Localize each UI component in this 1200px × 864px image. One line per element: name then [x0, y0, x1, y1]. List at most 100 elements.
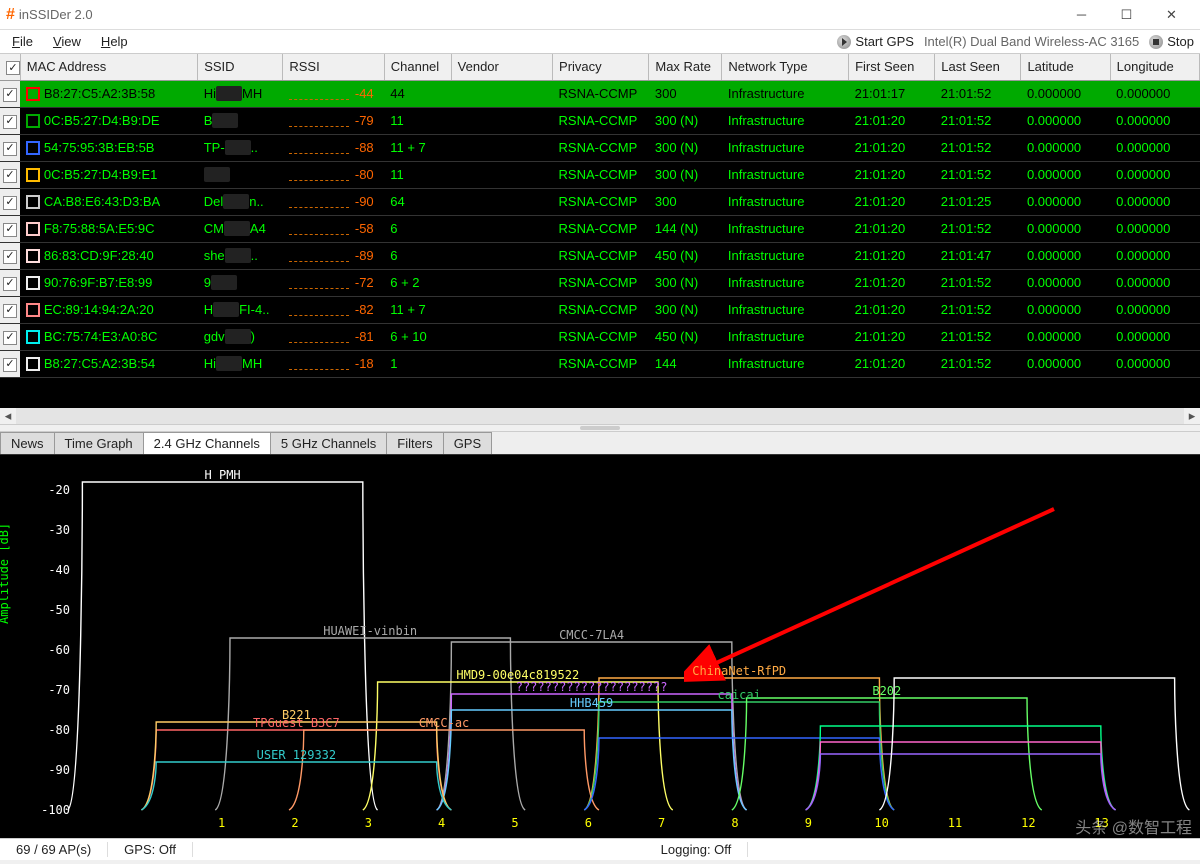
col-ssid[interactable]: SSID	[198, 54, 283, 80]
cell-vendor	[451, 350, 552, 377]
cell-vendor	[451, 296, 552, 323]
table-row[interactable]: B8:27:C5:A2:3B:54HixxxxMH-181RSNA-CCMP14…	[0, 350, 1200, 377]
row-checkbox[interactable]	[3, 115, 17, 129]
menu-help[interactable]: Help	[101, 34, 128, 49]
app-logo-icon: #	[6, 6, 15, 24]
table-row[interactable]: B8:27:C5:A2:3B:58HixxxxMH-4444RSNA-CCMP3…	[0, 80, 1200, 107]
cell-vendor	[451, 242, 552, 269]
cell-privacy: RSNA-CCMP	[553, 350, 649, 377]
close-button[interactable]: ✕	[1149, 1, 1194, 29]
network-grid[interactable]: MAC Address SSID RSSI Channel Vendor Pri…	[0, 54, 1200, 408]
col-check[interactable]	[0, 54, 20, 80]
scroll-track[interactable]	[16, 408, 1184, 424]
col-vendor[interactable]: Vendor	[451, 54, 552, 80]
splitter-handle[interactable]	[0, 424, 1200, 432]
maximize-button[interactable]: ☐	[1104, 1, 1149, 29]
row-checkbox[interactable]	[3, 250, 17, 264]
tab-5-ghz-channels[interactable]: 5 GHz Channels	[270, 432, 387, 454]
cell-channel: 1	[384, 350, 451, 377]
cell-lastseen: 21:01:47	[935, 242, 1021, 269]
tab-time-graph[interactable]: Time Graph	[54, 432, 144, 454]
col-firstseen[interactable]: First Seen	[849, 54, 935, 80]
menu-view[interactable]: View	[53, 34, 81, 49]
chart-series-label: caicai	[718, 688, 761, 702]
chart-xtick: 10	[874, 816, 888, 830]
minimize-button[interactable]: ─	[1059, 1, 1104, 29]
row-checkbox[interactable]	[3, 277, 17, 291]
row-checkbox[interactable]	[3, 358, 17, 372]
cell-rssi: -82	[283, 296, 384, 323]
status-logging: Logging: Off	[645, 842, 749, 857]
cell-firstseen: 21:01:20	[849, 134, 935, 161]
chart-xtick: 2	[291, 816, 298, 830]
col-mac[interactable]: MAC Address	[20, 54, 197, 80]
row-checkbox[interactable]	[3, 88, 17, 102]
scroll-left-icon[interactable]: ◂	[0, 408, 16, 424]
cell-firstseen: 21:01:20	[849, 161, 935, 188]
color-chip-icon	[26, 114, 40, 128]
table-row[interactable]: EC:89:14:94:2A:20HxxxxFI-4..-8211 + 7RSN…	[0, 296, 1200, 323]
table-row[interactable]: F8:75:88:5A:E5:9CCMxxxxA4-586RSNA-CCMP14…	[0, 215, 1200, 242]
chart-series-label: USER_129332	[257, 748, 336, 762]
cell-vendor	[451, 269, 552, 296]
stop-button[interactable]: Stop	[1149, 34, 1194, 49]
col-latitude[interactable]: Latitude	[1021, 54, 1110, 80]
cell-longitude: 0.000000	[1110, 188, 1199, 215]
cell-ssid: shexxxx..	[198, 242, 283, 269]
col-longitude[interactable]: Longitude	[1110, 54, 1199, 80]
col-privacy[interactable]: Privacy	[553, 54, 649, 80]
row-checkbox[interactable]	[3, 169, 17, 183]
row-checkbox[interactable]	[3, 142, 17, 156]
adapter-label[interactable]: Intel(R) Dual Band Wireless-AC 3165	[924, 34, 1139, 49]
cell-latitude: 0.000000	[1021, 188, 1110, 215]
cell-maxrate: 300	[649, 80, 722, 107]
tab-news[interactable]: News	[0, 432, 55, 454]
cell-rssi: -72	[283, 269, 384, 296]
row-checkbox[interactable]	[3, 331, 17, 345]
table-row[interactable]: 0C:B5:27:D4:B9:E1xxxx-8011RSNA-CCMP300 (…	[0, 161, 1200, 188]
tab-gps[interactable]: GPS	[443, 432, 492, 454]
chart-ylabel: Amplitude [dB]	[0, 522, 11, 623]
row-checkbox[interactable]	[3, 304, 17, 318]
chart-ytick: -40	[48, 563, 70, 577]
col-lastseen[interactable]: Last Seen	[935, 54, 1021, 80]
start-gps-button[interactable]: Start GPS	[837, 34, 914, 49]
horizontal-scrollbar[interactable]: ◂ ▸	[0, 408, 1200, 424]
table-row[interactable]: 54:75:95:3B:EB:5BTP-xxxx..-8811 + 7RSNA-…	[0, 134, 1200, 161]
cell-channel: 6 + 2	[384, 269, 451, 296]
chart-ytick: -70	[48, 683, 70, 697]
cell-latitude: 0.000000	[1021, 296, 1110, 323]
cell-lastseen: 21:01:52	[935, 269, 1021, 296]
scroll-right-icon[interactable]: ▸	[1184, 408, 1200, 424]
cell-privacy: RSNA-CCMP	[553, 242, 649, 269]
row-checkbox[interactable]	[3, 196, 17, 210]
table-row[interactable]: 86:83:CD:9F:28:40shexxxx..-896RSNA-CCMP4…	[0, 242, 1200, 269]
cell-firstseen: 21:01:20	[849, 323, 935, 350]
cell-latitude: 0.000000	[1021, 107, 1110, 134]
chart-series-label: HUAWEI-vinbin	[323, 624, 417, 638]
status-aps: 69 / 69 AP(s)	[0, 842, 108, 857]
cell-latitude: 0.000000	[1021, 323, 1110, 350]
tab-2-4-ghz-channels[interactable]: 2.4 GHz Channels	[143, 432, 271, 454]
table-row[interactable]: 90:76:9F:B7:E8:999xxxx-726 + 2RSNA-CCMP3…	[0, 269, 1200, 296]
menu-file[interactable]: File	[12, 34, 33, 49]
chart-series-label: ChinaNet-RfPD	[692, 664, 786, 678]
table-row[interactable]: CA:B8:E6:43:D3:BADelxxxxn..-9064RSNA-CCM…	[0, 188, 1200, 215]
chart-xtick: 9	[805, 816, 812, 830]
col-networktype[interactable]: Network Type	[722, 54, 849, 80]
row-checkbox[interactable]	[3, 223, 17, 237]
cell-networktype: Infrastructure	[722, 215, 849, 242]
col-rssi[interactable]: RSSI	[283, 54, 384, 80]
color-chip-icon	[26, 303, 40, 317]
cell-ssid: xxxx	[198, 161, 283, 188]
cell-ssid: Delxxxxn..	[198, 188, 283, 215]
col-maxrate[interactable]: Max Rate	[649, 54, 722, 80]
table-row[interactable]: 0C:B5:27:D4:B9:DEBxxxx-7911RSNA-CCMP300 …	[0, 107, 1200, 134]
col-channel[interactable]: Channel	[384, 54, 451, 80]
tab-filters[interactable]: Filters	[386, 432, 443, 454]
cell-rssi: -80	[283, 161, 384, 188]
table-row[interactable]: BC:75:74:E3:A0:8Cgdvxxxx)-816 + 10RSNA-C…	[0, 323, 1200, 350]
chart-xtick: 6	[585, 816, 592, 830]
cell-firstseen: 21:01:20	[849, 188, 935, 215]
cell-maxrate: 300 (N)	[649, 296, 722, 323]
